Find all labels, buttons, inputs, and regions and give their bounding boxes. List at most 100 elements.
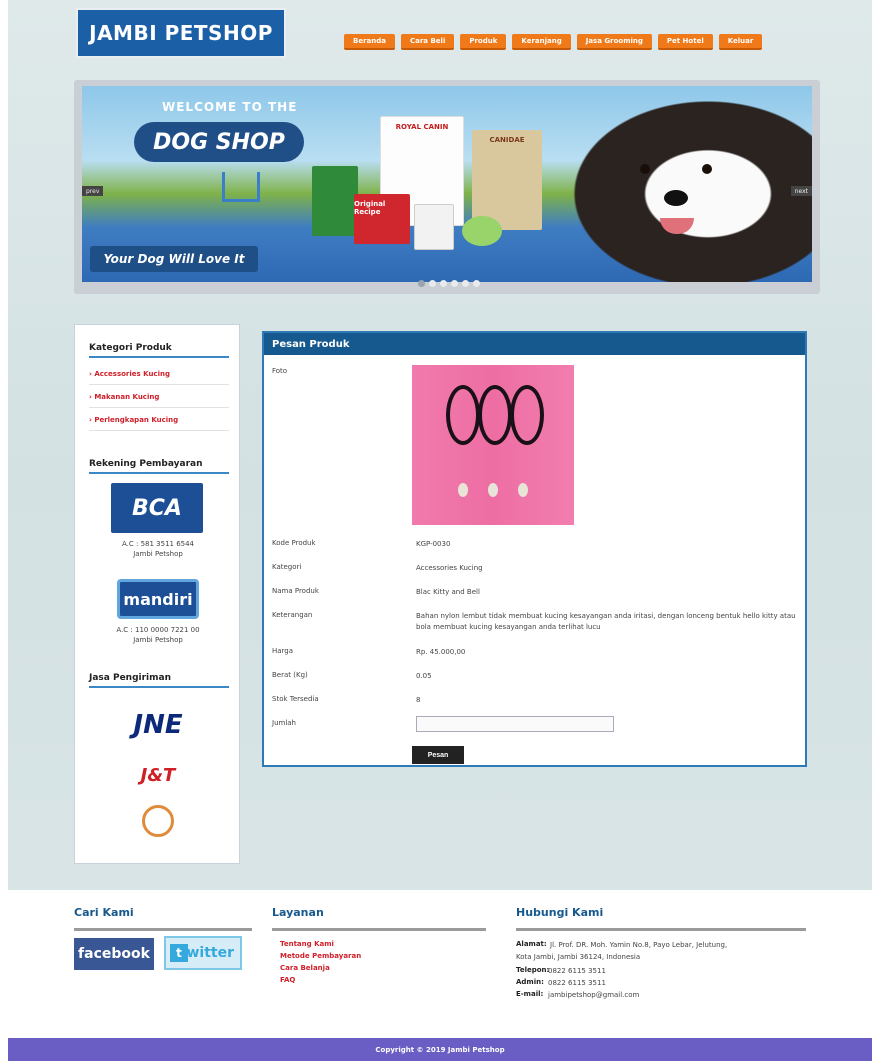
bca-account-holder: Jambi Petshop xyxy=(133,550,183,558)
value-price: Rp. 45.000,00 xyxy=(416,648,466,656)
email-label: E-mail: xyxy=(516,990,544,998)
banner-shop-name: DOG SHOP xyxy=(134,122,304,162)
footer-service-divider xyxy=(272,928,486,931)
product-pack-canidae: CANIDAE xyxy=(472,130,542,230)
phone-value: 0822 6115 3511 xyxy=(548,967,606,975)
footer-contact-title: Hubungi Kami xyxy=(516,906,604,919)
order-panel-title: Pesan Produk xyxy=(264,333,805,355)
label-category: Kategori xyxy=(272,563,302,571)
product-pack-original: Original Recipe xyxy=(354,194,410,244)
footer-link-how-to-shop[interactable]: Cara Belanja xyxy=(280,964,330,972)
footer-link-faq[interactable]: FAQ xyxy=(280,976,295,984)
phone-label: Telepon: xyxy=(516,966,550,974)
slider-dot[interactable] xyxy=(418,280,425,287)
jne-logo: JNE xyxy=(133,710,183,740)
twitter-icon: t xyxy=(170,944,188,962)
collar-shape xyxy=(478,385,512,445)
product-toy xyxy=(462,216,502,246)
categories-title: Kategori Produk xyxy=(89,343,172,353)
banner-tagline: Your Dog Will Love It xyxy=(90,246,258,272)
slider-next-button[interactable]: next xyxy=(790,186,812,196)
label-description: Keterangan xyxy=(272,611,313,619)
footer-contact-divider xyxy=(516,928,806,931)
category-label: Accessories Kucing xyxy=(94,369,170,378)
banner-slider: WELCOME TO THE DOG SHOP ROYAL CANIN CANI… xyxy=(74,80,820,294)
label-price: Harga xyxy=(272,647,294,655)
slider-pagination xyxy=(414,280,484,288)
copyright-bar: Copyright © 2019 Jambi Petshop xyxy=(8,1038,872,1061)
main-nav: Beranda Cara Beli Produk Keranjang Jasa … xyxy=(344,34,763,50)
site-logo[interactable]: JAMBI PETSHOP xyxy=(76,8,286,58)
value-description: Bahan nylon lembut tidak membuat kucing … xyxy=(416,612,796,631)
dog-eye-right xyxy=(702,164,712,174)
slider-dot[interactable] xyxy=(451,280,458,287)
nav-beranda[interactable]: Beranda xyxy=(344,34,395,50)
label-code: Kode Produk xyxy=(272,539,316,547)
nav-cara-beli[interactable]: Cara Beli xyxy=(400,34,455,50)
mandiri-account-number: A.C : 110 0000 7221 00 xyxy=(116,626,200,634)
bell-shape xyxy=(488,483,498,497)
page: JAMBI PETSHOP Beranda Cara Beli Produk K… xyxy=(8,0,872,1061)
dog-eye-left xyxy=(640,164,650,174)
value-stock: 8 xyxy=(416,696,421,704)
shipping-title: Jasa Pengiriman xyxy=(89,673,172,683)
bca-account-number: A.C : 581 3511 6544 xyxy=(121,540,195,548)
mandiri-logo: mandiri xyxy=(117,579,199,619)
value-name: Blac Kitty and Bell xyxy=(416,588,480,596)
slider-dot[interactable] xyxy=(462,280,469,287)
dog-illustration xyxy=(552,86,812,282)
admin-value: 0822 6115 3511 xyxy=(548,979,606,987)
label-name: Nama Produk xyxy=(272,587,319,595)
mandiri-account-holder: Jambi Petshop xyxy=(133,636,183,644)
footer: Cari Kami facebook t twitter Layanan Ten… xyxy=(8,890,872,1038)
bca-logo: BCA xyxy=(111,483,203,533)
nav-keluar[interactable]: Keluar xyxy=(718,34,763,50)
product-jar xyxy=(414,204,454,250)
payment-divider xyxy=(89,472,229,474)
nav-pet-hotel[interactable]: Pet Hotel xyxy=(657,34,713,50)
footer-service-title: Layanan xyxy=(272,906,324,919)
label-photo: Foto xyxy=(272,367,288,375)
banner-welcome-text: WELCOME TO THE xyxy=(162,100,298,114)
address-line-2: Kota Jambi, Jambi 36124, Indonesia xyxy=(516,953,641,961)
pos-indonesia-logo xyxy=(119,803,197,839)
label-weight: Berat (Kg) xyxy=(272,671,308,679)
collar-shape xyxy=(510,385,544,445)
order-panel: Pesan Produk Foto Kode Produk KGP-0030 K… xyxy=(262,331,807,767)
product-pack-greenies xyxy=(312,166,358,236)
category-makanan-kucing[interactable]: › Makanan Kucing xyxy=(89,386,229,408)
facebook-button[interactable]: facebook xyxy=(74,938,154,970)
nav-keranjang[interactable]: Keranjang xyxy=(512,34,571,50)
qty-input[interactable] xyxy=(416,716,614,732)
collar-shape xyxy=(446,385,480,445)
banner-image: WELCOME TO THE DOG SHOP ROYAL CANIN CANI… xyxy=(82,86,812,282)
slider-prev-button[interactable]: prev xyxy=(82,186,104,196)
email-value[interactable]: jambipetshop@gmail.com xyxy=(548,990,639,1001)
label-stock: Stok Tersedia xyxy=(272,695,319,703)
category-accessories-kucing[interactable]: › Accessories Kucing xyxy=(89,363,229,385)
label-qty: Jumlah xyxy=(272,719,296,727)
category-perlengkapan-kucing[interactable]: › Perlengkapan Kucing xyxy=(89,409,229,431)
dog-tongue xyxy=(660,218,694,234)
nav-jasa-grooming[interactable]: Jasa Grooming xyxy=(576,34,652,50)
bell-shape xyxy=(518,483,528,497)
sidebar: Kategori Produk › Accessories Kucing › M… xyxy=(74,324,240,864)
category-label: Makanan Kucing xyxy=(94,392,160,401)
footer-link-about[interactable]: Tentang Kami xyxy=(280,940,334,948)
value-weight: 0.05 xyxy=(416,672,432,680)
footer-link-payment-method[interactable]: Metode Pembayaran xyxy=(280,952,361,960)
pos-indonesia-emblem-icon xyxy=(142,805,174,837)
shipping-divider xyxy=(89,686,229,688)
value-code: KGP-0030 xyxy=(416,540,451,548)
footer-find-divider xyxy=(74,928,252,931)
jnt-logo: J&T xyxy=(140,764,176,786)
nav-produk[interactable]: Produk xyxy=(460,34,507,50)
twitter-button[interactable]: t twitter xyxy=(164,936,242,970)
slider-dot[interactable] xyxy=(440,280,447,287)
cart-illustration xyxy=(222,172,260,202)
slider-dot[interactable] xyxy=(473,280,480,287)
order-button[interactable]: Pesan xyxy=(412,746,464,764)
product-photo xyxy=(412,365,574,525)
bell-shape xyxy=(458,483,468,497)
slider-dot[interactable] xyxy=(429,280,436,287)
